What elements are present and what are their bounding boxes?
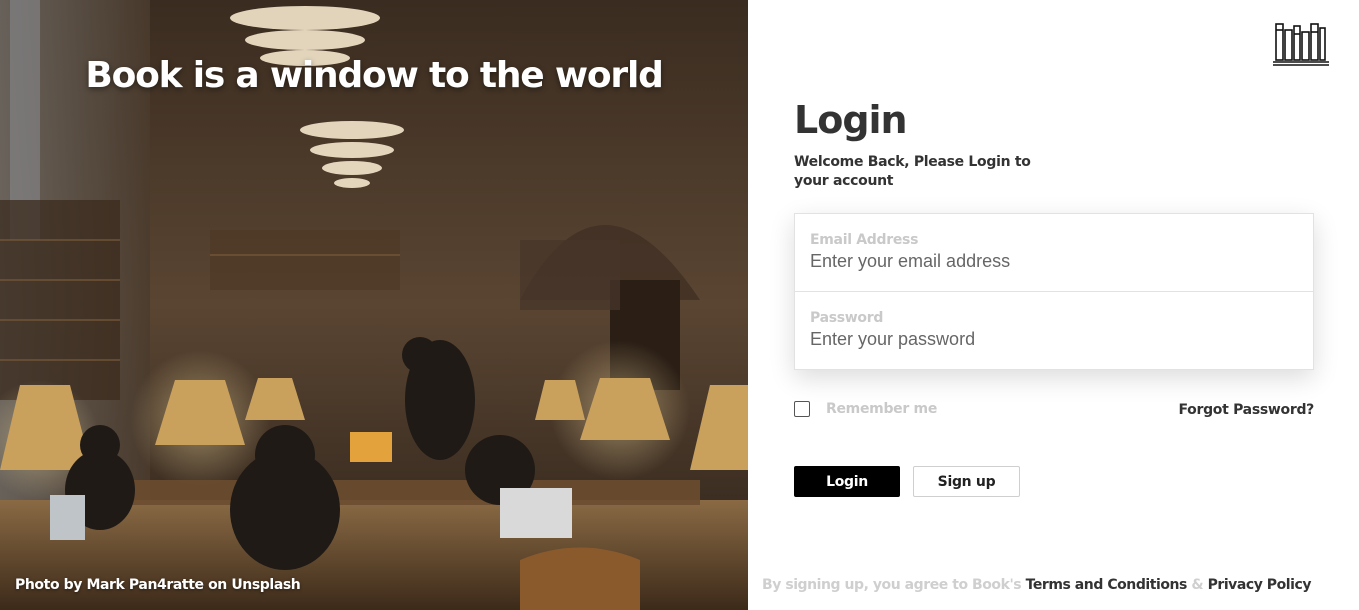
forgot-password-link[interactable]: Forgot Password?	[1178, 402, 1314, 418]
photo-credit: Photo by Mark Pan4ratte on Unsplash	[15, 577, 301, 593]
page-subtitle: Welcome Back, Please Login to your accou…	[794, 154, 1031, 189]
hero-photo-panel: Book is a window to the world Photo by M…	[0, 0, 748, 610]
remember-me-checkbox[interactable]	[794, 401, 810, 417]
remember-me-option[interactable]: Remember me	[794, 401, 937, 417]
password-field[interactable]	[810, 329, 1298, 350]
password-field-group: Password	[795, 291, 1313, 368]
login-panel: Login Welcome Back, Please Login to your…	[748, 0, 1359, 610]
email-field-group: Email Address	[795, 214, 1313, 291]
remember-me-label: Remember me	[826, 401, 938, 417]
email-field[interactable]	[810, 251, 1298, 272]
terms-prefix: By signing up, you agree to Book's	[762, 577, 1022, 593]
page-title: Login	[794, 98, 908, 142]
login-button[interactable]: Login	[794, 466, 900, 497]
books-shelf-icon	[1273, 23, 1329, 66]
email-label: Email Address	[810, 232, 919, 248]
terms-ampersand: &	[1191, 577, 1204, 593]
password-label: Password	[810, 310, 884, 326]
privacy-link[interactable]: Privacy Policy	[1208, 577, 1312, 593]
login-page: Book is a window to the world Photo by M…	[0, 0, 1359, 610]
login-form: Email Address Password	[794, 213, 1314, 370]
terms-link[interactable]: Terms and Conditions	[1026, 577, 1188, 593]
signup-button[interactable]: Sign up	[913, 466, 1020, 497]
hero-title: Book is a window to the world	[85, 55, 664, 96]
terms-footer: By signing up, you agree to Book's Terms…	[762, 577, 1311, 593]
